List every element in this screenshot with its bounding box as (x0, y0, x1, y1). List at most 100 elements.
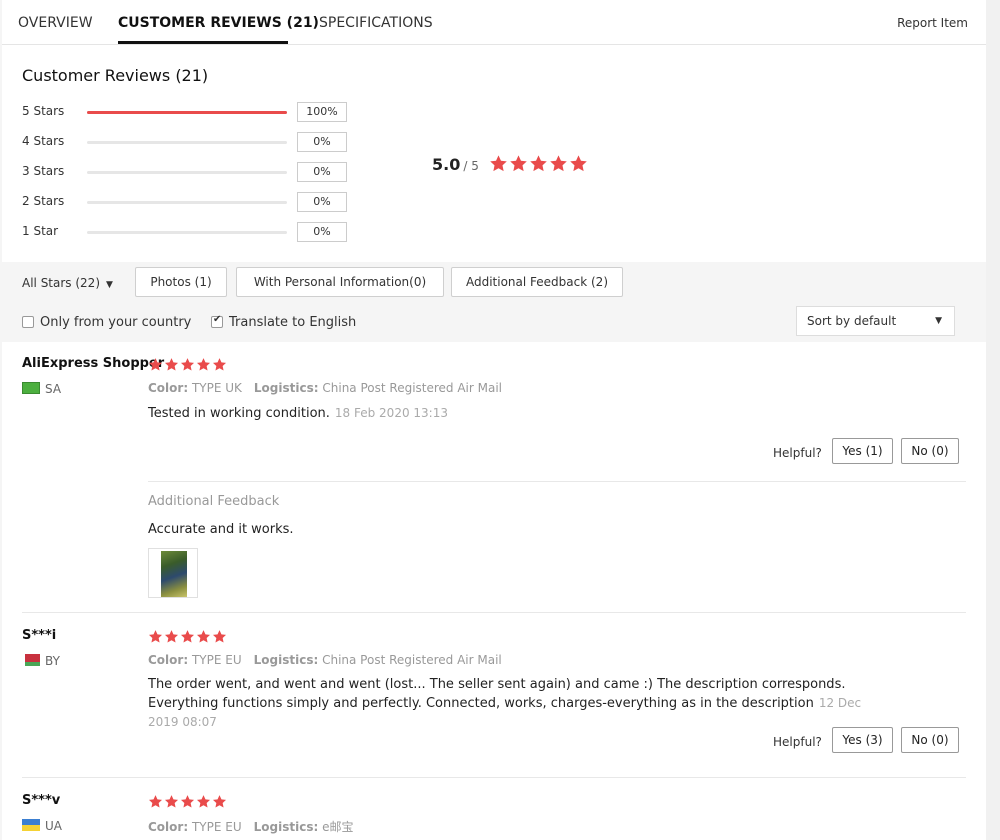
star-icon (530, 155, 547, 172)
star-icon (550, 155, 567, 172)
helpful-no-button[interactable]: No (0) (901, 727, 959, 753)
rating-row-label: 5 Stars (22, 104, 65, 118)
tab-specifications[interactable]: SPECIFICATIONS (319, 15, 433, 31)
rating-bar-fill (87, 111, 287, 114)
logistics-label: Logistics: (253, 820, 319, 834)
rating-percent: 0% (297, 222, 347, 242)
star-icon (212, 358, 227, 371)
color-value: TYPE UK (191, 381, 242, 395)
additional-feedback-title: Additional Feedback (148, 494, 280, 509)
translate-label: Translate to English (229, 315, 357, 330)
rating-row-label: 3 Stars (22, 164, 65, 178)
review-text: Tested in working condition. 18 Feb 2020 … (148, 404, 868, 423)
divider (148, 481, 966, 482)
logistics-value: e邮宝 (322, 820, 354, 834)
report-item-link[interactable]: Report Item (897, 16, 968, 30)
rating-bar-track (87, 111, 287, 114)
chevron-down-icon: ▼ (935, 316, 942, 326)
logistics-label: Logistics: (253, 653, 319, 667)
star-icon (490, 155, 507, 172)
reviewer-country: UA (22, 819, 62, 833)
star-icon (196, 358, 211, 371)
review-stars (148, 357, 228, 376)
personal-info-filter-button[interactable]: With Personal Information(0) (236, 267, 444, 297)
rating-bar-track (87, 231, 287, 234)
reviews-panel: OVERVIEW CUSTOMER REVIEWS (21) SPECIFICA… (2, 0, 986, 840)
reviewer-name: S***i (22, 628, 57, 643)
star-icon (164, 358, 179, 371)
color-label: Color: (148, 381, 189, 395)
review-meta: Color: TYPE EU Logistics: e邮宝 (148, 818, 353, 835)
rating-row-label: 2 Stars (22, 194, 65, 208)
star-icon (196, 630, 211, 643)
only-country-label: Only from your country (40, 315, 192, 330)
star-icon (180, 630, 195, 643)
logistics-value: China Post Registered Air Mail (322, 653, 502, 667)
review-body: The order went, and went and went (lost.… (148, 677, 846, 711)
flag-sa-icon (22, 382, 40, 394)
star-icon (570, 155, 587, 172)
country-code: SA (45, 382, 62, 396)
review-stars (148, 794, 228, 813)
review-divider (22, 777, 966, 778)
rating-percent: 0% (297, 132, 347, 152)
helpful-yes-button[interactable]: Yes (1) (832, 438, 893, 464)
review-body: Tested in working condition. (148, 406, 330, 421)
photos-filter-button[interactable]: Photos (1) (135, 267, 227, 297)
overall-score: 5.0 (432, 155, 461, 174)
rating-percent: 100% (297, 102, 347, 122)
tab-bar: OVERVIEW CUSTOMER REVIEWS (21) SPECIFICA… (2, 0, 986, 45)
overall-rating: 5.0/ 5 (432, 155, 479, 174)
rating-row-1[interactable]: 1 Star 0% (22, 222, 352, 242)
sort-select-value: Sort by default (807, 314, 897, 328)
star-icon (164, 630, 179, 643)
review-date: 18 Feb 2020 13:13 (334, 406, 448, 420)
rating-bar-track (87, 201, 287, 204)
helpful-yes-button[interactable]: Yes (3) (832, 727, 893, 753)
reviewer-name: S***v (22, 793, 61, 808)
star-icon (164, 795, 179, 808)
additional-feedback-text: Accurate and it works. (148, 522, 294, 537)
star-icon (148, 358, 163, 371)
flag-ua-icon (22, 819, 40, 831)
star-icon (510, 155, 527, 172)
checkbox-box (22, 316, 34, 328)
review-filter-bar: All Stars (22) ▼ Photos (1) With Personal… (2, 262, 986, 342)
color-value: TYPE EU (191, 653, 242, 667)
review-meta: Color: TYPE UK Logistics: China Post Regi… (148, 381, 502, 395)
review-meta: Color: TYPE EU Logistics: China Post Regi… (148, 653, 502, 667)
rating-bar-track (87, 171, 287, 174)
active-tab-indicator (118, 41, 288, 44)
overall-out-of: / 5 (463, 159, 479, 173)
all-stars-dropdown[interactable]: All Stars (22) ▼ (22, 276, 113, 290)
rating-row-3[interactable]: 3 Stars 0% (22, 162, 352, 182)
color-label: Color: (148, 653, 189, 667)
tab-customer-reviews[interactable]: CUSTOMER REVIEWS (21) (118, 15, 319, 31)
rating-bar-track (87, 141, 287, 144)
overall-stars (489, 154, 589, 177)
rating-row-4[interactable]: 4 Stars 0% (22, 132, 352, 152)
star-icon (180, 795, 195, 808)
color-value: TYPE EU (191, 820, 242, 834)
sort-select[interactable]: Sort by default ▼ (796, 306, 955, 336)
translate-checkbox[interactable]: Translate to English (211, 314, 357, 330)
rating-row-5[interactable]: 5 Stars 100% (22, 102, 352, 122)
additional-feedback-filter-button[interactable]: Additional Feedback (2) (451, 267, 623, 297)
review-text: The order went, and went and went (lost.… (148, 676, 868, 732)
color-label: Color: (148, 820, 189, 834)
page-scrollbar[interactable] (986, 0, 1000, 840)
review-stars (148, 629, 228, 648)
section-title: Customer Reviews (21) (22, 66, 209, 85)
tab-overview[interactable]: OVERVIEW (18, 15, 93, 31)
helpful-label: Helpful? (773, 446, 822, 460)
review-photo-image (161, 551, 187, 597)
rating-percent: 0% (297, 192, 347, 212)
only-country-checkbox[interactable]: Only from your country (22, 315, 191, 330)
reviewer-country: BY (22, 654, 60, 668)
helpful-no-button[interactable]: No (0) (901, 438, 959, 464)
review-photo-thumbnail[interactable] (148, 548, 198, 598)
rating-row-2[interactable]: 2 Stars 0% (22, 192, 352, 212)
rating-row-label: 4 Stars (22, 134, 65, 148)
helpful-label: Helpful? (773, 735, 822, 749)
rating-percent: 0% (297, 162, 347, 182)
